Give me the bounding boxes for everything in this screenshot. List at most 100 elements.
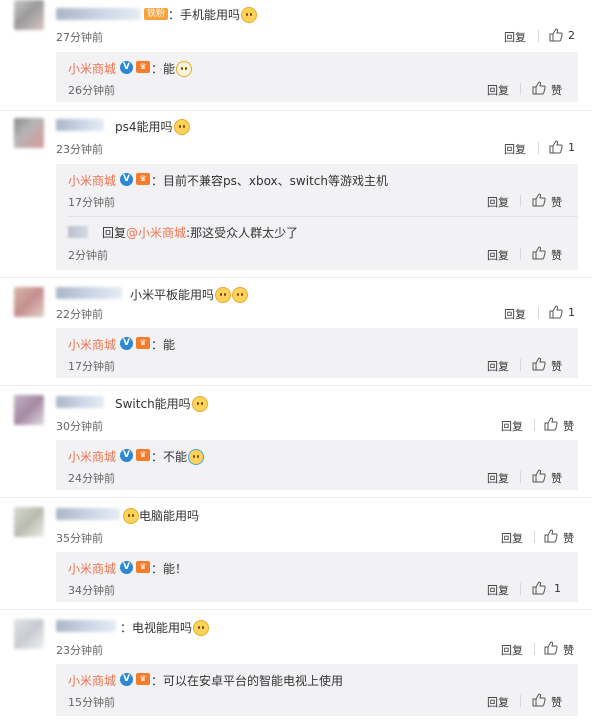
like-button[interactable] (532, 693, 546, 707)
crying-emoji (188, 449, 205, 465)
like-button[interactable] (532, 81, 546, 95)
like-label[interactable]: 赞 (551, 694, 562, 710)
like-button[interactable] (532, 193, 546, 207)
reply-box: 小米商城 V ♛ ：能 26分钟前 回复 赞 (56, 52, 578, 102)
separator (520, 471, 521, 483)
divider (0, 277, 592, 278)
comment-text: 电脑能用吗 (122, 507, 199, 524)
comment-item: 铁粉 ：手机能用吗 27分钟前 回复 2 小米商城 V ♛ ：能 26分钟前 回… (0, 0, 592, 110)
reply-button[interactable]: 回复 (487, 82, 509, 98)
avatar[interactable] (14, 507, 44, 537)
like-button[interactable] (544, 641, 558, 655)
username-blurred[interactable] (56, 508, 120, 520)
reply-button[interactable]: 回复 (501, 418, 523, 434)
reply-button[interactable]: 回复 (487, 358, 509, 374)
reply-text: ：不能 (151, 448, 205, 465)
separator (520, 195, 521, 207)
verified-badge-icon: V (120, 337, 133, 350)
like-button[interactable] (549, 140, 563, 154)
like-button[interactable] (532, 469, 546, 483)
avatar[interactable] (14, 118, 44, 148)
reply-author[interactable]: 小米商城 (68, 172, 116, 189)
reply-button[interactable]: 回复 (487, 247, 509, 263)
doge-emoji (123, 508, 139, 524)
like-button[interactable] (544, 529, 558, 543)
reply-author[interactable]: 小米商城 (68, 448, 116, 465)
reply-button[interactable]: 回复 (487, 582, 509, 598)
reply-button[interactable]: 回复 (504, 306, 526, 322)
reply-text: ：可以在安卓平台的智能电视上使用 (151, 674, 344, 688)
username-blurred[interactable] (56, 8, 141, 20)
like-button[interactable] (532, 581, 546, 595)
verified-badge-icon: V (120, 561, 133, 574)
reply-author[interactable]: 小米商城 (68, 672, 116, 689)
glasses-emoji (176, 61, 193, 77)
like-button[interactable] (549, 305, 563, 319)
separator (520, 83, 521, 95)
reply-text: ：目前不兼容ps、xbox、switch等游戏主机 (151, 174, 388, 188)
reply-button[interactable]: 回复 (487, 194, 509, 210)
reply-button[interactable]: 回复 (501, 530, 523, 546)
separator (534, 643, 535, 655)
divider (68, 216, 578, 217)
avatar[interactable] (14, 619, 44, 649)
avatar[interactable] (68, 226, 88, 238)
reply-author[interactable]: 小米商城 (68, 560, 116, 577)
reply-button[interactable]: 回复 (504, 29, 526, 45)
username-blurred[interactable] (56, 620, 116, 632)
reply-time: 2分钟前 (68, 249, 108, 262)
verified-badge-icon: V (120, 173, 133, 186)
reply-text: ：能！ (151, 562, 188, 576)
like-button[interactable] (532, 357, 546, 371)
like-button[interactable] (549, 28, 563, 42)
reply-button[interactable]: 回复 (487, 470, 509, 486)
reply-box: 小米商城 V ♛ ：目前不兼容ps、xbox、switch等游戏主机 17分钟前… (56, 164, 578, 270)
separator (538, 307, 539, 319)
thumbs-up-icon (549, 305, 563, 319)
divider (0, 497, 592, 498)
username-blurred[interactable] (56, 396, 104, 408)
fan-badge: 铁粉 (144, 8, 169, 20)
mention-link[interactable]: @小米商城 (126, 226, 186, 240)
thumbs-up-icon (532, 193, 546, 207)
avatar[interactable] (14, 287, 44, 317)
like-label[interactable]: 赞 (563, 642, 574, 658)
like-label[interactable]: 赞 (551, 470, 562, 486)
avatar[interactable] (14, 395, 44, 425)
avatar[interactable] (14, 0, 44, 30)
separator (520, 359, 521, 371)
reply-author[interactable]: 小米商城 (68, 60, 116, 77)
thumbs-up-icon (549, 28, 563, 42)
comment-item: ：电视能用吗 23分钟前 回复 赞 小米商城 V ♛ ：可以在安卓平台的智能电视… (0, 617, 592, 722)
username-blurred[interactable] (56, 287, 122, 299)
like-label[interactable]: 赞 (551, 358, 562, 374)
reply-author[interactable]: 小米商城 (68, 336, 116, 353)
like-label[interactable]: 赞 (563, 418, 574, 434)
comment-time: 23分钟前 (56, 143, 103, 156)
like-label[interactable]: 赞 (551, 194, 562, 210)
thumbs-up-icon (544, 417, 558, 431)
doge-emoji (173, 119, 190, 135)
separator (538, 142, 539, 154)
member-badge-icon: ♛ (136, 173, 150, 185)
reply-text: 回复@小米商城:那这受众人群太少了 (102, 226, 299, 240)
like-label[interactable]: 赞 (551, 82, 562, 98)
separator (520, 248, 521, 260)
member-badge-icon: ♛ (136, 561, 150, 573)
username-blurred[interactable] (56, 119, 104, 131)
verified-badge-icon: V (120, 449, 133, 462)
reply-button[interactable]: 回复 (501, 642, 523, 658)
like-label[interactable]: 赞 (551, 247, 562, 263)
comment-text: 小米平板能用吗 (130, 286, 249, 303)
doge-emoji (191, 396, 208, 412)
separator (534, 419, 535, 431)
reply-button[interactable]: 回复 (487, 694, 509, 710)
thumbs-up-icon (532, 246, 546, 260)
like-button[interactable] (544, 417, 558, 431)
reply-button[interactable]: 回复 (504, 141, 526, 157)
like-button[interactable] (532, 246, 546, 260)
like-label[interactable]: 赞 (563, 530, 574, 546)
comment-text: Switch能用吗 (115, 395, 208, 412)
thumbs-up-icon (532, 469, 546, 483)
reply-box: 小米商城 V ♛ ：不能 24分钟前 回复 赞 (56, 440, 578, 490)
